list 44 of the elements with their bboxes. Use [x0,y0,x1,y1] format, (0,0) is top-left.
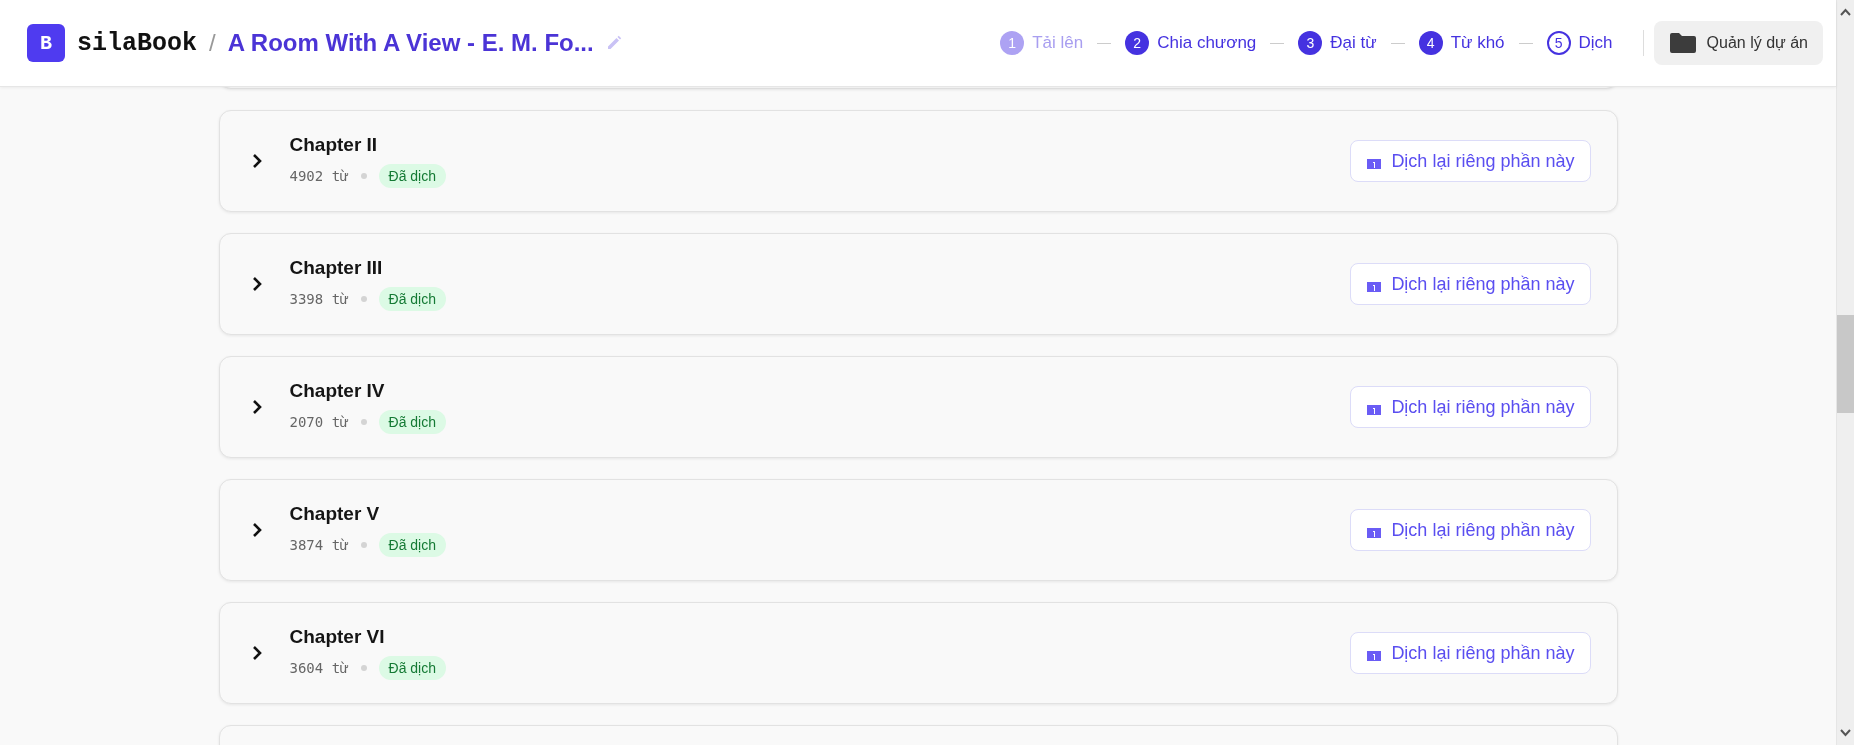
step-tab[interactable]: 3 Đại từ [1298,31,1377,55]
logo-icon: B [27,24,65,62]
word-count: 3874 từ [289,537,349,553]
retranslate-button[interactable]: Dịch lại riêng phần này [1350,509,1591,551]
step-tab[interactable]: 4 Từ khó [1418,31,1505,55]
manage-projects-button[interactable]: Quản lý dự án [1653,21,1823,65]
step-tab[interactable]: 2 Chia chương [1125,31,1257,55]
retranslate-button[interactable]: Dịch lại riêng phần này [1350,263,1591,305]
folder-icon [1668,32,1697,54]
calendar-icon [1367,403,1382,415]
retranslate-button[interactable]: Dịch lại riêng phần này [1350,386,1591,428]
scroll-down-icon[interactable] [1840,729,1851,737]
chapter-title: Chapter V [289,503,381,525]
status-badge: Đã dịch [378,410,446,434]
word-count: 3398 từ [289,291,349,307]
status-badge: Đã dịch [378,164,446,188]
chapter-title: Chapter II [289,134,379,156]
separator-dot [360,296,367,302]
calendar-icon [1367,157,1382,169]
separator-dot [360,419,367,425]
calendar-icon [1367,526,1382,538]
separator-dot [360,542,367,548]
separator-dot [360,173,367,179]
separator-dot [360,665,367,671]
scrollbar-thumb[interactable] [1837,315,1854,413]
step-tab[interactable]: 5 Dịch [1546,31,1613,55]
chapter-title: Chapter III [289,257,384,279]
calendar-icon [1367,649,1382,661]
project-title[interactable]: A Room With A View - E. M. Fo... [227,29,594,57]
retranslate-button[interactable]: Dịch lại riêng phần này [1350,632,1591,674]
breadcrumb-separator: / [209,29,216,57]
chapter-title: Chapter VI [289,626,386,648]
retranslate-button[interactable]: Dịch lại riêng phần này [1350,140,1591,182]
status-badge: Đã dịch [378,533,446,557]
chapter-title: Chapter IV [289,380,386,402]
scrollbar[interactable] [1836,0,1854,745]
word-count: 4902 từ [289,168,349,184]
status-badge: Đã dịch [378,287,446,311]
calendar-icon [1367,280,1382,292]
brand-name: silaBook [77,28,198,58]
word-count: 3604 từ [289,660,349,676]
word-count: 2070 từ [289,414,349,430]
status-badge: Đã dịch [378,656,446,680]
scroll-up-icon[interactable] [1840,8,1851,16]
